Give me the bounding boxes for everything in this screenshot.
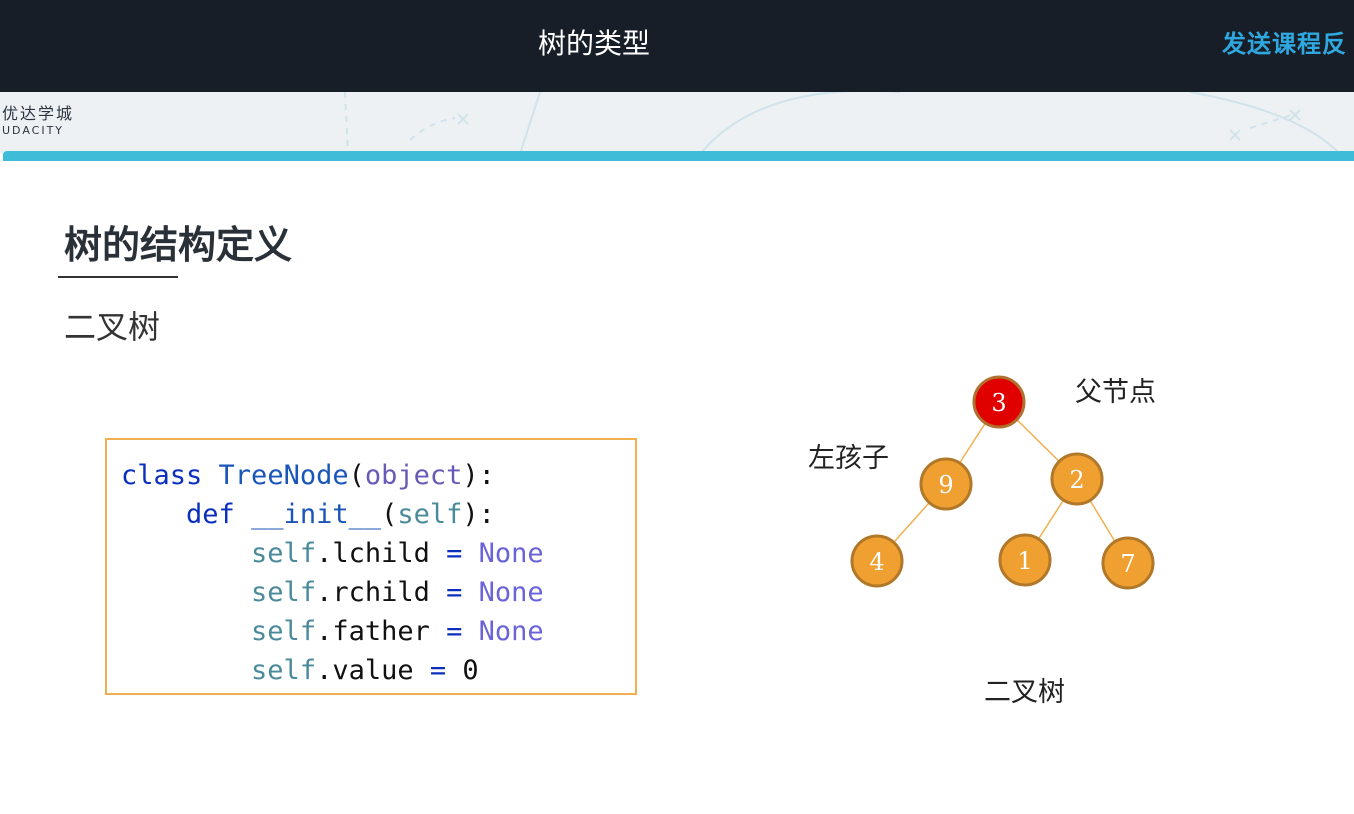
diagram-caption: 二叉树 [984,677,1065,708]
parent-node-label: 父节点 [1075,377,1156,408]
tree-node-2: 2 [1050,452,1104,506]
left-child-label: 左孩子 [808,443,889,474]
tree-node-value: 1 [1017,547,1032,575]
tree-node-value: 2 [1069,466,1084,494]
tree-node-7: 7 [1101,536,1155,590]
tree-node-value: 9 [938,471,953,499]
tree-node-4: 4 [850,534,904,588]
tree-node-1: 1 [998,533,1052,587]
tree-node-value: 4 [869,548,884,576]
tree-node-3: 3 [972,375,1026,429]
tree-node-9: 9 [919,457,973,511]
tree-node-value: 3 [991,389,1006,417]
tree-node-value: 7 [1120,550,1135,578]
